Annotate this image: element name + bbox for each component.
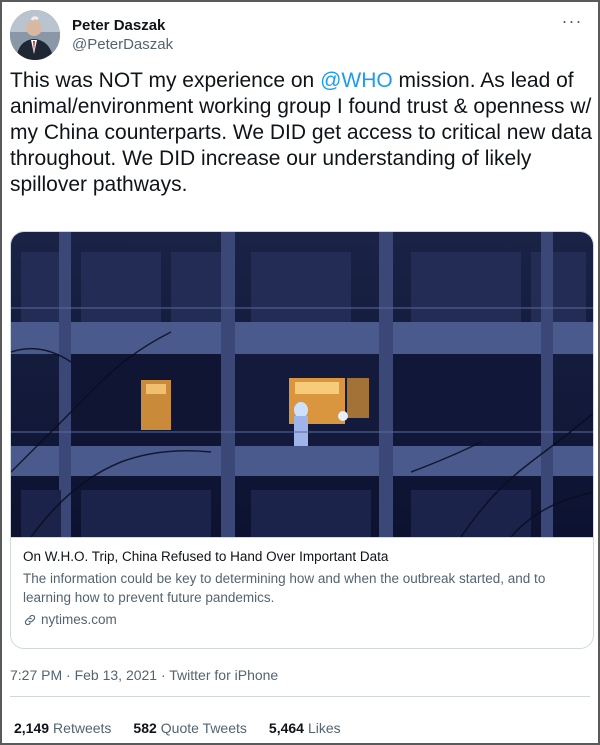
- tweet-stats: 2,149 Retweets 582 Quote Tweets 5,464 Likes: [14, 720, 363, 736]
- quote-tweets-stat[interactable]: 582 Quote Tweets: [133, 720, 247, 736]
- more-horizontal-icon[interactable]: ···: [558, 12, 586, 34]
- avatar[interactable]: [10, 10, 60, 60]
- card-body: On W.H.O. Trip, China Refused to Hand Ov…: [11, 537, 593, 648]
- card-description: The information could be key to determin…: [23, 571, 546, 605]
- retweets-stat[interactable]: 2,149 Retweets: [14, 720, 111, 736]
- tweet-header: Peter Daszak @PeterDaszak ···: [10, 10, 590, 64]
- retweets-label: Retweets: [53, 720, 112, 736]
- author-display-name[interactable]: Peter Daszak: [72, 17, 173, 35]
- hotel-night-photo[interactable]: [11, 232, 594, 537]
- divider: [10, 696, 590, 697]
- tweet-text-part1: This was NOT my experience on: [10, 69, 321, 92]
- user-avatar-icon: [10, 10, 60, 60]
- tweet-frame: Peter Daszak @PeterDaszak ··· This was N…: [0, 0, 600, 745]
- likes-label: Likes: [307, 720, 341, 736]
- retweets-count: 2,149: [14, 720, 50, 736]
- tweet-text: This was NOT my experience on @WHO missi…: [10, 68, 594, 198]
- card-domain: nytimes.com: [23, 611, 583, 629]
- mention-link[interactable]: @WHO: [320, 69, 393, 92]
- tweet-meta[interactable]: 7:27 PM · Feb 13, 2021 · Twitter for iPh…: [10, 666, 278, 684]
- link-icon: [24, 614, 36, 626]
- quotes-label: Quote Tweets: [160, 720, 247, 736]
- likes-count: 5,464: [268, 720, 304, 736]
- link-card[interactable]: On W.H.O. Trip, China Refused to Hand Ov…: [10, 231, 594, 649]
- card-title: On W.H.O. Trip, China Refused to Hand Ov…: [23, 549, 389, 564]
- card-domain-text: nytimes.com: [41, 612, 117, 627]
- likes-stat[interactable]: 5,464 Likes: [269, 720, 341, 736]
- author-names: Peter Daszak @PeterDaszak: [72, 17, 173, 55]
- author-handle[interactable]: @PeterDaszak: [72, 35, 173, 55]
- quotes-count: 582: [133, 720, 157, 736]
